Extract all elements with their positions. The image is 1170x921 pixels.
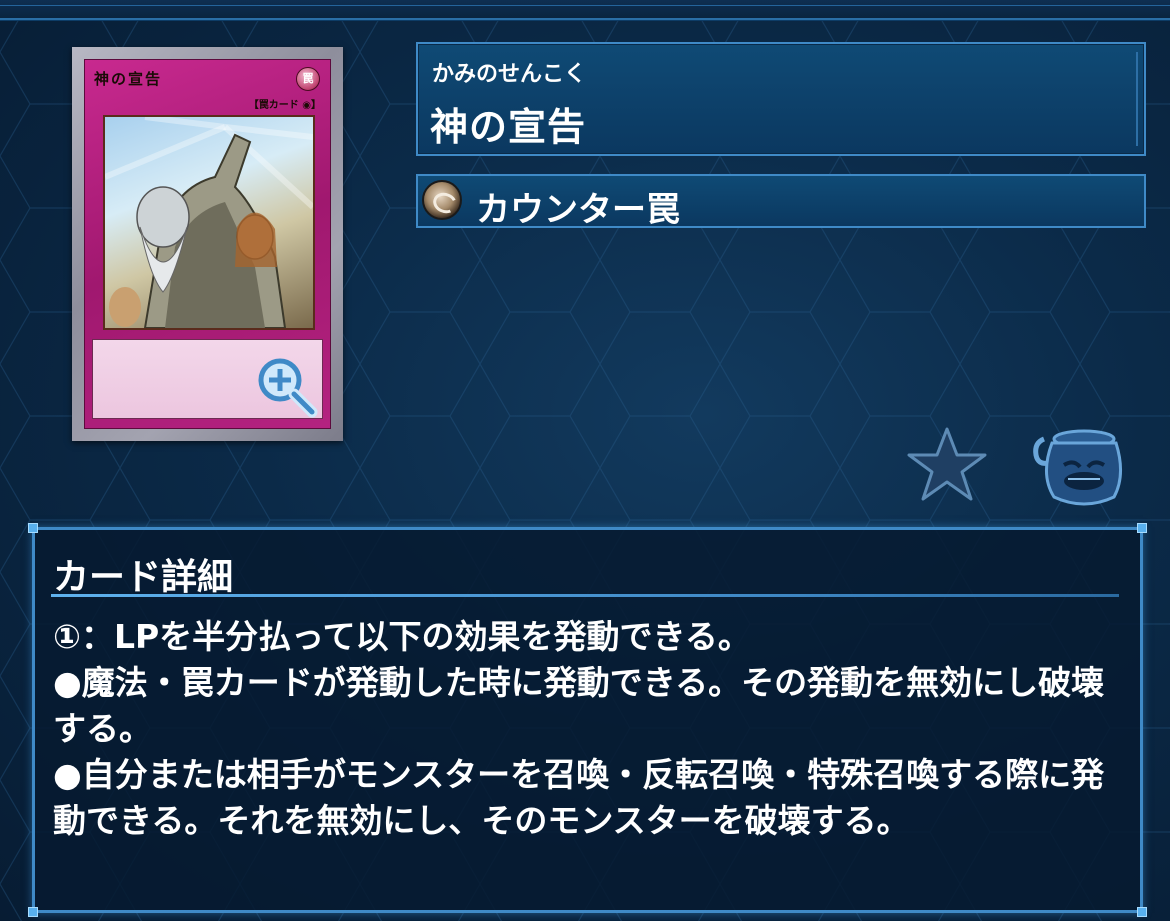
panel-accent [1136,52,1138,146]
card-name-panel: かみのせんこく 神の宣告 [416,42,1146,156]
card-detail-box: カード詳細 ①：LPを半分払って以下の効果を発動できる。 ●魔法・罠カードが発動… [28,523,1147,917]
card-type-label: カウンター罠 [476,190,680,230]
card-effect-text: ①：LPを半分払って以下の効果を発動できる。 ●魔法・罠カードが発動した時に発動… [53,614,1123,844]
corner-ornament [1137,523,1147,533]
card-frame-name: 神の宣告 [94,70,163,88]
card-attribute-icon: 罠 [296,67,320,91]
effect-line: ●自分または相手がモンスターを召喚・反転召喚・特殊召喚する際に発動できる。それを… [53,755,1105,840]
corner-ornament [1137,907,1147,917]
star-icon[interactable] [906,425,988,503]
magnify-plus-icon[interactable] [254,354,320,420]
card-name: 神の宣告 [430,105,587,149]
card-art [103,115,315,330]
corner-ornament [28,907,38,917]
corner-ornament [28,523,38,533]
card-type-panel: カウンター罠 [416,174,1146,230]
pot-of-greed-icon[interactable] [1030,425,1126,507]
detail-divider [51,594,1119,597]
counter-trap-icon [422,180,462,220]
detail-title: カード詳細 [53,557,234,598]
effect-line: ①：LPを半分払って以下の効果を発動できる。 [53,617,751,656]
top-bar [0,0,1170,20]
card-name-ruby: かみのせんこく [432,62,587,87]
effect-line: ●魔法・罠カードが発動した時に発動できる。その発動を無効にし破壊する。 [53,663,1105,748]
card-type-line: 【罠カード ◉】 [248,100,321,111]
